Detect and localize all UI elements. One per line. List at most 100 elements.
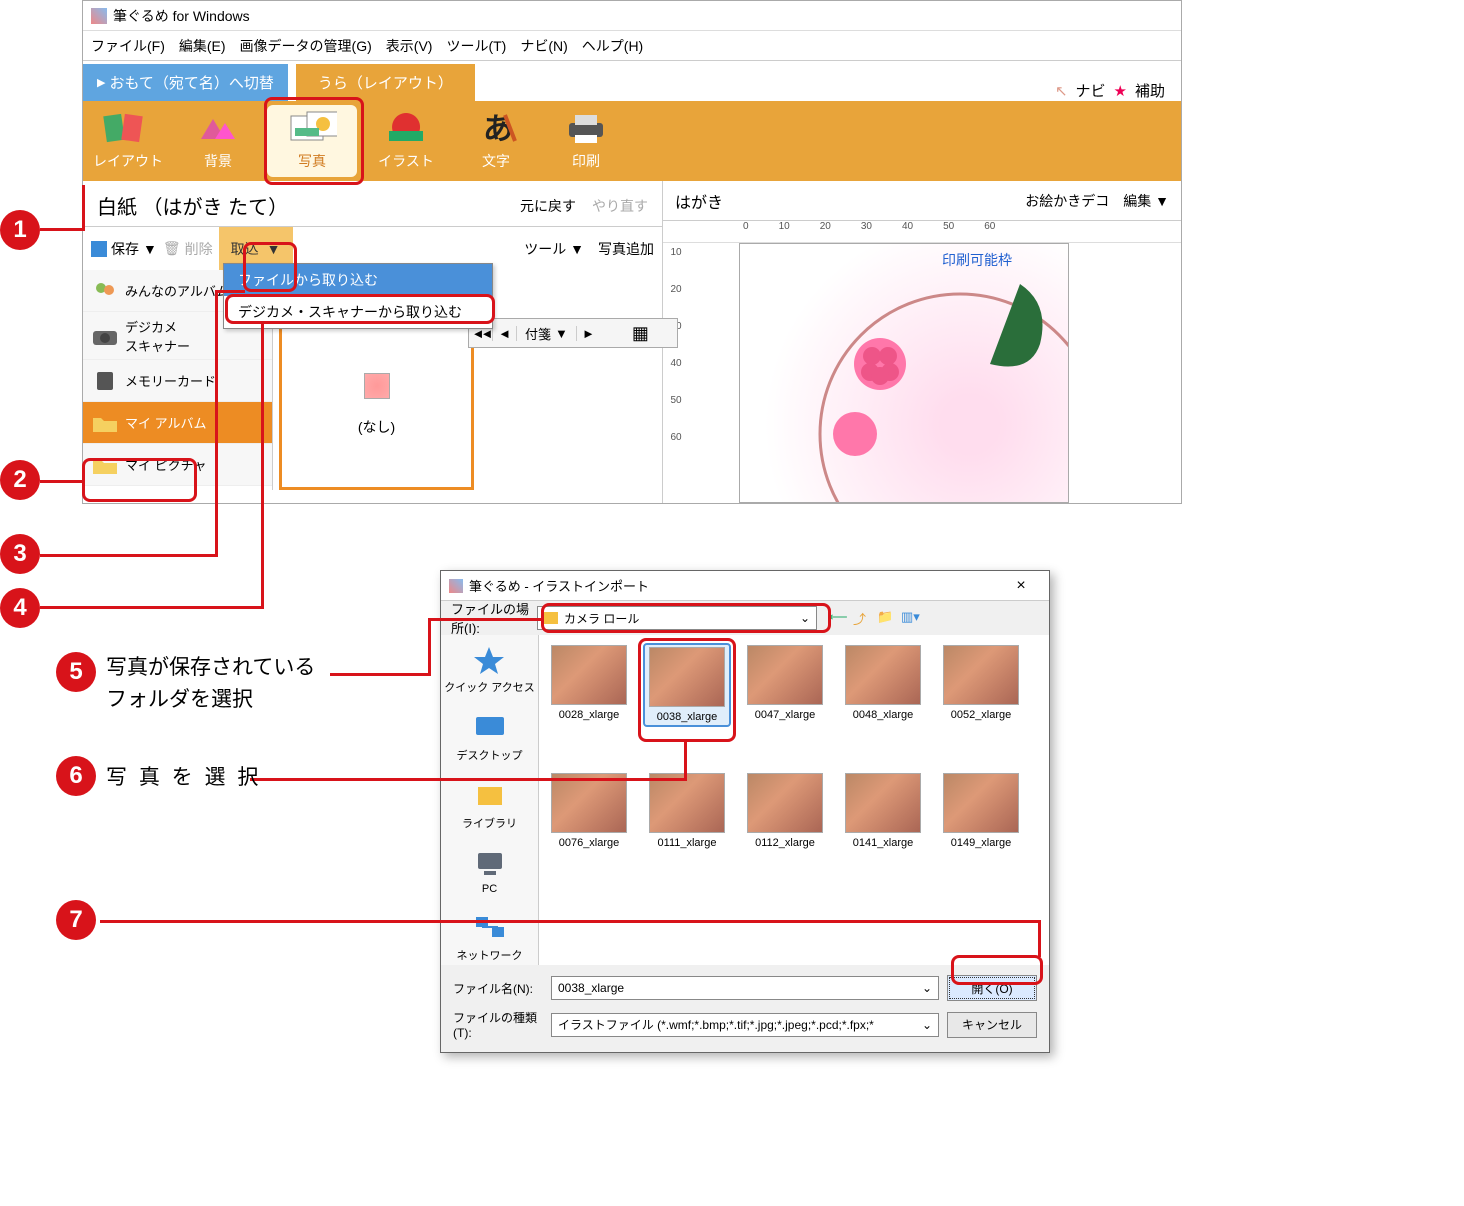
line-4 xyxy=(40,606,264,609)
chevron-down-icon[interactable]: ⌄ xyxy=(922,1018,932,1032)
file-item[interactable]: 0047_xlarge xyxy=(743,645,827,725)
menu-navi[interactable]: ナビ(N) xyxy=(520,36,567,56)
tool-layout[interactable]: レイアウト xyxy=(83,101,173,181)
import-from-file[interactable]: ファイルから取り込む xyxy=(224,264,492,296)
folder-label: マイ アルバム xyxy=(125,413,206,432)
tab-ura-layout[interactable]: うら（レイアウト） xyxy=(296,64,475,101)
edit-menu[interactable]: 編集 ▼ xyxy=(1123,191,1169,211)
thumb-placeholder-card[interactable]: (なし) xyxy=(279,320,474,490)
menu-image[interactable]: 画像データの管理(G) xyxy=(240,36,372,56)
location-value: カメラ ロール xyxy=(564,610,639,627)
file-thumb xyxy=(747,645,823,705)
sidebar-thumbs: みんなのアルバム デジカメ スキャナー メモリーカード マイ アルバム xyxy=(83,270,662,490)
deco-button[interactable]: お絵かきデコ xyxy=(1025,191,1109,211)
chevron-down-icon[interactable]: ⌄ xyxy=(922,981,932,995)
menu-tool[interactable]: ツール(T) xyxy=(446,36,506,56)
grid-view-icon[interactable]: ▦ xyxy=(626,323,655,344)
folder-memory-card[interactable]: メモリーカード xyxy=(83,360,272,402)
file-item[interactable]: 0141_xlarge xyxy=(841,773,925,849)
folder-icon xyxy=(544,612,558,624)
menu-edit[interactable]: 編集(E) xyxy=(179,36,226,56)
group-icon xyxy=(91,280,119,302)
dialog-sidebar: クイック アクセス デスクトップ ライブラリ PC ネットワーク xyxy=(441,635,539,965)
tool-print-label: 印刷 xyxy=(572,151,600,171)
app-window: 筆ぐるめ for Windows ファイル(F) 編集(E) 画像データの管理(… xyxy=(82,0,1182,504)
desktop-icon xyxy=(472,713,508,743)
open-button[interactable]: 開く(O) xyxy=(947,975,1037,1001)
close-button[interactable]: × xyxy=(1001,577,1041,595)
file-thumb xyxy=(649,773,725,833)
tool-dropdown[interactable]: ツール ▼ xyxy=(524,239,584,259)
right-pane: はがき お絵かきデコ 編集 ▼ 0102030405060 1020304050… xyxy=(663,181,1181,503)
sidebar-pc[interactable]: PC xyxy=(472,849,508,895)
sidebar-desktop[interactable]: デスクトップ xyxy=(457,713,523,763)
sticky-button[interactable]: 付箋 ▼ xyxy=(517,324,576,343)
nav-prev[interactable]: ◄ xyxy=(493,326,517,341)
file-list[interactable]: 0028_xlarge 0038_xlarge 0047_xlarge 0048… xyxy=(539,635,1049,965)
menu-bar: ファイル(F) 編集(E) 画像データの管理(G) 表示(V) ツール(T) ナ… xyxy=(83,31,1181,61)
view-menu-icon[interactable]: ▥▾ xyxy=(901,609,919,627)
save-dropdown[interactable]: ▼ xyxy=(143,241,157,257)
cancel-button[interactable]: キャンセル xyxy=(947,1012,1037,1038)
location-combo[interactable]: カメラ ロール ⌄ xyxy=(537,606,817,630)
file-item[interactable]: 0076_xlarge xyxy=(547,773,631,849)
network-icon xyxy=(472,913,508,943)
tab-switch-omote[interactable]: おもて（宛て名）へ切替 xyxy=(83,64,288,101)
file-item[interactable]: 0052_xlarge xyxy=(939,645,1023,725)
tool-text[interactable]: あ 文字 xyxy=(451,101,541,181)
tool-illust[interactable]: イラスト xyxy=(361,101,451,181)
line-3 xyxy=(40,554,218,557)
import-from-scanner[interactable]: デジカメ・スキャナーから取り込む xyxy=(224,296,492,328)
nav-next[interactable]: ► xyxy=(576,326,600,341)
file-thumb xyxy=(551,773,627,833)
tool-print[interactable]: 印刷 xyxy=(541,101,631,181)
import-dropdown[interactable]: ▼ xyxy=(267,241,281,257)
new-folder-icon[interactable]: 📁 xyxy=(877,609,895,627)
dialog-bottom: ファイル名(N): 0038_xlarge⌄ 開く(O) ファイルの種類(T):… xyxy=(441,965,1049,1052)
tool-background[interactable]: 背景 xyxy=(173,101,263,181)
callout-6: 6 xyxy=(56,756,96,796)
menu-view[interactable]: 表示(V) xyxy=(386,36,433,56)
navi-label[interactable]: ナビ xyxy=(1076,80,1106,101)
sidebar-library[interactable]: ライブラリ xyxy=(462,781,517,831)
tool-photo-label: 写真 xyxy=(298,151,326,171)
back-icon[interactable]: ⟵ xyxy=(829,609,847,627)
placeholder-icon xyxy=(364,373,390,399)
up-icon[interactable]: ⤴ xyxy=(853,609,871,627)
file-item-selected[interactable]: 0038_xlarge xyxy=(645,645,729,725)
file-item[interactable]: 0048_xlarge xyxy=(841,645,925,725)
file-name: 0028_xlarge xyxy=(559,709,620,721)
assist-label[interactable]: 補助 xyxy=(1135,80,1165,101)
dialog-app-icon xyxy=(449,579,463,593)
folder-label: みんなのアルバム xyxy=(125,281,229,300)
file-item[interactable]: 0028_xlarge xyxy=(547,645,631,725)
thumb-area: ファイルから取り込む デジカメ・スキャナーから取り込む (なし) xyxy=(273,270,662,490)
file-item[interactable]: 0149_xlarge xyxy=(939,773,1023,849)
import-label: 取込 xyxy=(231,239,259,259)
file-name: 0149_xlarge xyxy=(951,837,1012,849)
line-7v xyxy=(1038,920,1041,957)
file-item[interactable]: 0111_xlarge xyxy=(645,773,729,849)
folder-my-album[interactable]: マイ アルバム xyxy=(83,402,272,444)
menu-help[interactable]: ヘルプ(H) xyxy=(582,36,643,56)
save-button[interactable]: 保存 ▼ xyxy=(91,239,157,259)
text-icon: あ xyxy=(471,111,521,147)
save-icon xyxy=(91,241,107,257)
file-name: 0048_xlarge xyxy=(853,709,914,721)
sidebar-quick-access[interactable]: クイック アクセス xyxy=(444,645,535,695)
right-title: はがき xyxy=(675,189,723,213)
tool-background-label: 背景 xyxy=(204,151,232,171)
file-item[interactable]: 0112_xlarge xyxy=(743,773,827,849)
tool-photo[interactable]: 写真 xyxy=(267,105,357,177)
filetype-input[interactable]: イラストファイル (*.wmf;*.bmp;*.tif;*.jpg;*.jpeg… xyxy=(551,1013,939,1037)
ruler-horizontal: 0102030405060 xyxy=(663,221,1181,243)
tool-illust-label: イラスト xyxy=(378,151,434,171)
folder-my-pictures[interactable]: マイ ピクチャ xyxy=(83,444,272,486)
canvas-preview[interactable]: 印刷可能枠 xyxy=(739,243,1069,503)
filename-input[interactable]: 0038_xlarge⌄ xyxy=(551,976,939,1000)
tab-layout-label: うら（レイアウト） xyxy=(318,75,453,92)
undo-button[interactable]: 元に戻す xyxy=(520,196,576,216)
menu-file[interactable]: ファイル(F) xyxy=(91,36,165,56)
app-icon xyxy=(91,8,107,24)
add-photo-button[interactable]: 写真追加 xyxy=(598,239,654,259)
